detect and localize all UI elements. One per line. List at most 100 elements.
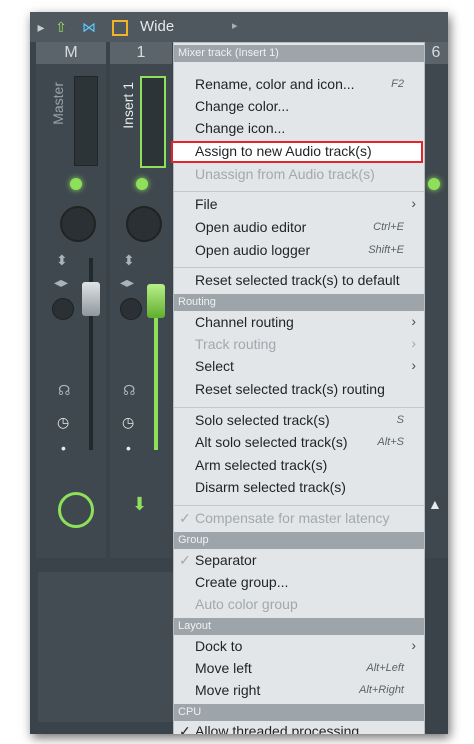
menu-item-move-left[interactable]: Move left Alt+Left	[174, 659, 424, 681]
menu-item-label: Allow threaded processing	[195, 723, 360, 734]
insert1-strip[interactable]: 1 Insert 1 ⬍ ◂▸ ☊ ◷ • ⬇	[110, 42, 172, 562]
mixer-track-context-menu: Mixer track (Insert 1) Rename, color and…	[171, 42, 425, 734]
strip-6-header: 6	[424, 42, 448, 64]
menu-item-label: Open audio logger	[195, 242, 311, 258]
menu-item-disarm[interactable]: Disarm selected track(s)	[174, 478, 424, 500]
menu-item-shortcut: Shift+E	[368, 244, 404, 256]
master-swap-icon[interactable]: ⬍	[56, 252, 68, 269]
menu-item-label: Auto color group	[195, 596, 298, 612]
menu-section-cpu: CPU	[174, 704, 424, 721]
menu-item-label: Change icon...	[195, 120, 286, 136]
menu-item-reset-routing[interactable]: Reset selected track(s) routing	[174, 380, 424, 402]
insert1-fader-handle[interactable]	[147, 284, 165, 318]
menu-item-select[interactable]: Select ›	[174, 357, 424, 379]
menu-title: Mixer track (Insert 1)	[174, 45, 424, 62]
menu-separator	[174, 191, 424, 192]
insert1-down-arrow-icon[interactable]: ⬇	[132, 494, 147, 515]
submenu-arrow-icon: ›	[411, 313, 416, 329]
submenu-arrow-icon: ›	[411, 357, 416, 373]
menu-item-create-group[interactable]: Create group...	[174, 573, 424, 595]
menu-item-label: Change color...	[195, 98, 290, 114]
master-name-slot	[74, 76, 98, 166]
insert1-pan-knob[interactable]	[126, 206, 162, 242]
insert1-name-slot	[140, 76, 166, 168]
master-pan-knob[interactable]	[60, 206, 96, 242]
menu-item-label: File	[195, 196, 218, 212]
mixer-toolbar: ▸ ⇧ ⋈ Wide ▸	[30, 12, 448, 42]
insert1-dot-icon: •	[126, 440, 131, 456]
master-fader-handle[interactable]	[82, 282, 100, 316]
master-stereo-icon[interactable]: ◂▸	[54, 274, 68, 291]
menu-item-label: Dock to	[195, 638, 243, 654]
view-mode-arrow-icon[interactable]: ▸	[232, 19, 238, 32]
menu-item-alt-solo[interactable]: Alt solo selected track(s) Alt+S	[174, 433, 424, 455]
mixer-window: ▸ ⇧ ⋈ Wide ▸ M Master ⬍ ◂▸ ☊ ◷ • 1 Inser…	[30, 12, 448, 734]
menu-separator	[174, 505, 424, 506]
window-square-icon[interactable]	[110, 18, 128, 36]
menu-item-shortcut: Alt+Left	[366, 662, 404, 674]
menu-item-rename[interactable]: Rename, color and icon... F2	[174, 75, 424, 97]
mixer-bottom-panel	[38, 572, 188, 722]
insert1-led[interactable]	[136, 178, 148, 190]
menu-item-auto-color-group: Auto color group	[174, 595, 424, 617]
menu-item-label: Separator	[195, 552, 257, 568]
master-strip-header: M	[36, 42, 106, 64]
menu-item-shortcut: Alt+Right	[359, 684, 404, 696]
menu-section-layout: Layout	[174, 618, 424, 635]
insert1-clock-icon[interactable]: ◷	[122, 414, 134, 431]
master-strip-name: Master	[50, 82, 66, 125]
master-route-ring-icon[interactable]	[58, 492, 94, 528]
menu-item-label: Reset selected track(s) to default	[195, 272, 400, 288]
master-small-knob[interactable]	[52, 298, 74, 320]
menu-item-label: Track routing	[195, 336, 277, 352]
master-strip[interactable]: M Master ⬍ ◂▸ ☊ ◷ •	[36, 42, 106, 562]
menu-item-change-icon[interactable]: Change icon...	[174, 119, 424, 141]
menu-item-label: Unassign from Audio track(s)	[195, 166, 375, 182]
menu-item-dock-to[interactable]: Dock to ›	[174, 637, 424, 659]
menu-item-arm[interactable]: Arm selected track(s)	[174, 456, 424, 478]
insert1-strip-name: Insert 1	[120, 82, 136, 129]
menu-item-label: Open audio editor	[195, 219, 307, 235]
menu-item-change-color[interactable]: Change color...	[174, 97, 424, 119]
submenu-arrow-icon: ›	[411, 195, 416, 211]
bowtie-icon[interactable]: ⋈	[80, 18, 98, 36]
strip-6[interactable]: 6 ▲	[424, 42, 448, 562]
view-mode-label[interactable]: Wide	[140, 18, 174, 35]
menu-item-channel-routing[interactable]: Channel routing ›	[174, 313, 424, 335]
master-mic-icon[interactable]: ☊	[58, 382, 70, 399]
insert1-strip-header: 1	[110, 42, 172, 64]
menu-item-label: Create group...	[195, 574, 289, 590]
strip-6-led[interactable]	[428, 178, 440, 190]
menu-item-file[interactable]: File ›	[174, 195, 424, 217]
menu-item-compensate-latency: ✓ Compensate for master latency	[174, 509, 424, 531]
menu-separator	[174, 407, 424, 408]
tree-arrow-icon[interactable]: ⇧	[52, 18, 70, 36]
check-icon: ✓	[179, 723, 191, 734]
menu-item-threaded-processing[interactable]: ✓ Allow threaded processing	[174, 722, 424, 734]
menu-item-move-right[interactable]: Move right Alt+Right	[174, 681, 424, 703]
menu-item-label: Assign to new Audio track(s)	[195, 143, 372, 159]
menu-item-track-routing: Track routing ›	[174, 335, 424, 357]
menu-item-open-audio-logger[interactable]: Open audio logger Shift+E	[174, 241, 424, 263]
insert1-swap-icon[interactable]: ⬍	[123, 252, 135, 269]
insert1-small-knob[interactable]	[120, 298, 142, 320]
menu-item-label: Channel routing	[195, 314, 294, 330]
menu-item-label: Compensate for master latency	[195, 510, 390, 526]
strip-6-up-icon[interactable]: ▲	[428, 496, 442, 512]
submenu-arrow-icon: ›	[411, 335, 416, 351]
submenu-arrow-icon: ›	[411, 637, 416, 653]
menu-item-separator[interactable]: ✓ Separator	[174, 551, 424, 573]
menu-item-solo[interactable]: Solo selected track(s) S	[174, 411, 424, 433]
menu-item-reset-default[interactable]: Reset selected track(s) to default	[174, 271, 424, 293]
menu-item-open-audio-editor[interactable]: Open audio editor Ctrl+E	[174, 218, 424, 240]
master-led[interactable]	[70, 178, 82, 190]
menu-item-shortcut: Ctrl+E	[373, 221, 404, 233]
insert1-stereo-icon[interactable]: ◂▸	[120, 274, 134, 291]
menu-item-label: Solo selected track(s)	[195, 412, 330, 428]
menu-item-assign-audio-track[interactable]: Assign to new Audio track(s)	[171, 141, 423, 163]
insert1-mic-icon[interactable]: ☊	[123, 382, 135, 399]
menu-item-label: Move right	[195, 682, 261, 698]
master-clock-icon[interactable]: ◷	[57, 414, 69, 431]
play-arrow-icon[interactable]: ▸	[32, 18, 50, 36]
menu-separator	[174, 267, 424, 268]
